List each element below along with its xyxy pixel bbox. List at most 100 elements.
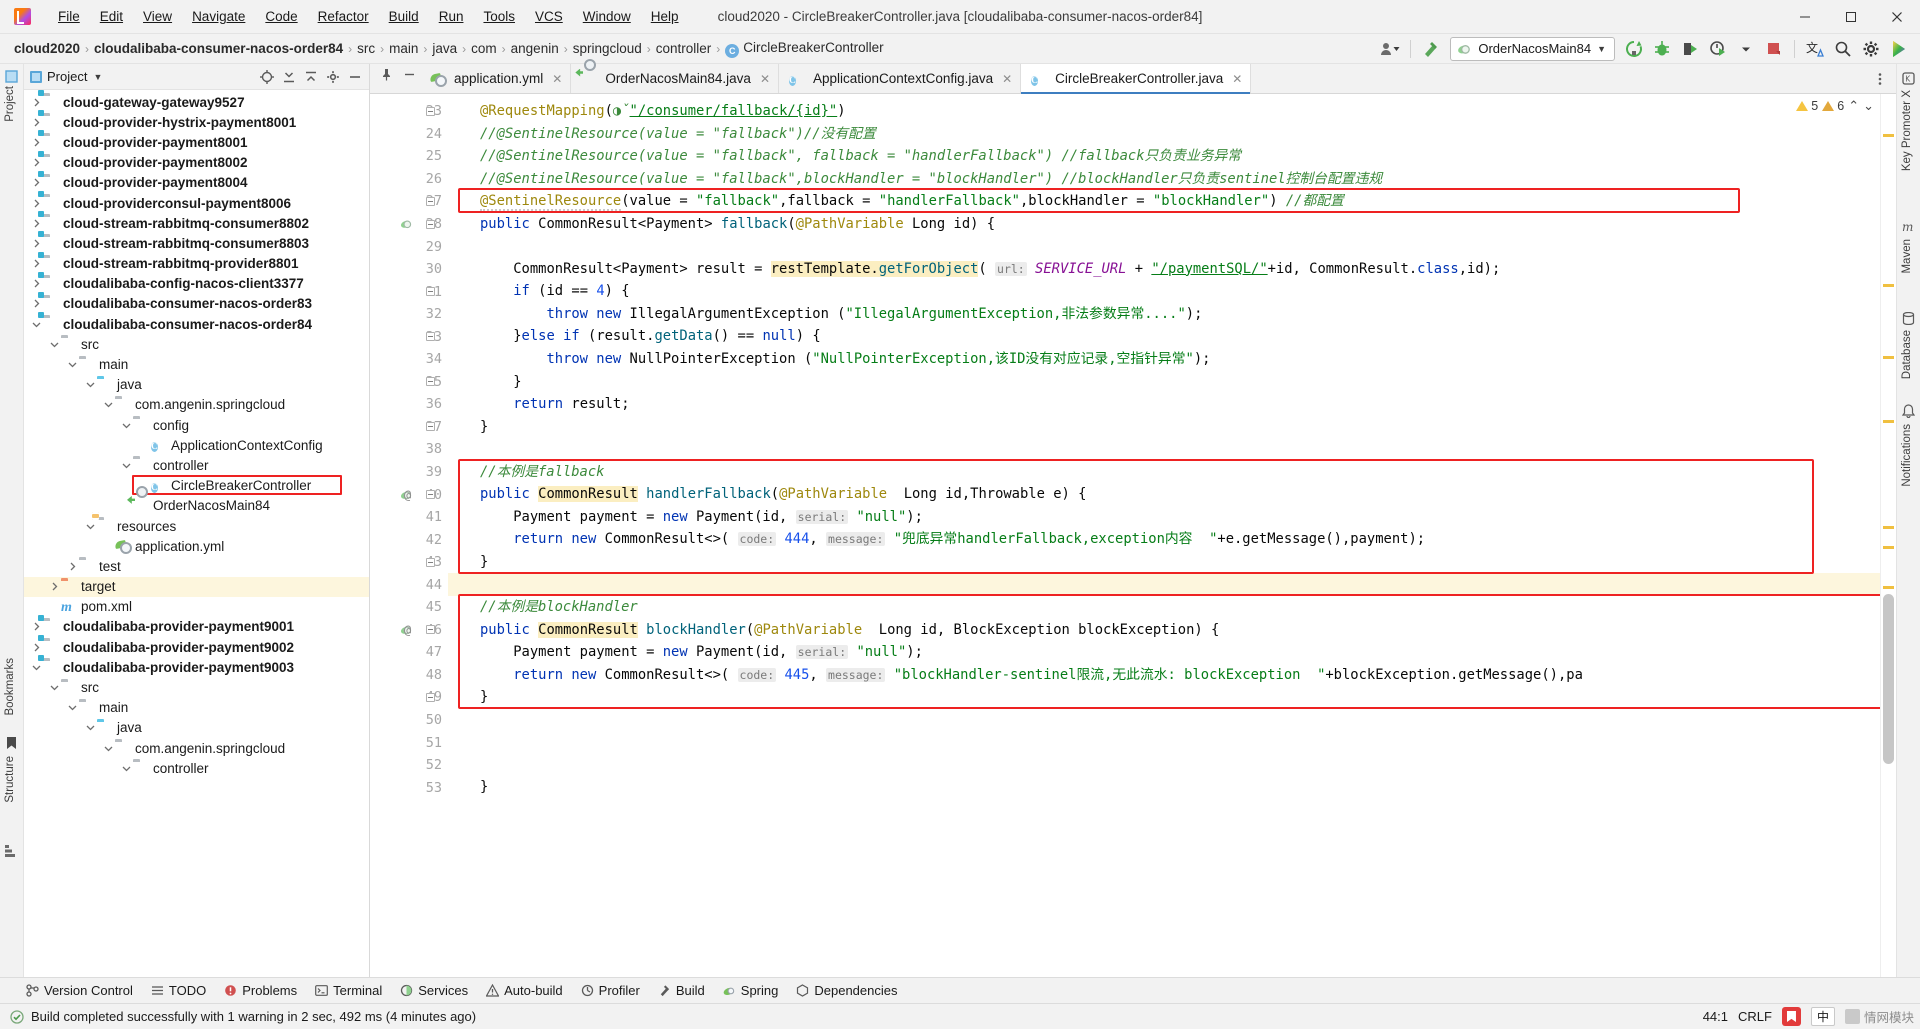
prev-problem-icon[interactable]: ⌃	[1848, 98, 1859, 114]
code-editor[interactable]: 23 24 25 26 2728 29 30 31 32 33 34 35 36 37 38 39 40@ 41 4…	[370, 94, 1896, 977]
gutter-line[interactable]: 28	[370, 213, 448, 236]
gutter-line[interactable]: 40@	[370, 483, 448, 506]
marker-warning[interactable]	[1883, 284, 1894, 287]
code-line[interactable]	[448, 438, 1880, 461]
gutter-line[interactable]: 30	[370, 258, 448, 281]
code-line[interactable]: return result;	[448, 393, 1880, 416]
spring-bean-gutter-icon[interactable]	[400, 217, 414, 231]
close-tab-icon[interactable]: ✕	[760, 72, 770, 86]
tool-window-dependencies[interactable]: Dependencies	[788, 981, 905, 1000]
gutter-line[interactable]: 33	[370, 325, 448, 348]
code-line[interactable]: }else if (result.getData() == null) {	[448, 325, 1880, 348]
code-line[interactable]: @SentinelResource(value = "fallback",fal…	[448, 190, 1880, 213]
tree-node-main[interactable]: main	[24, 354, 369, 374]
close-tab-icon[interactable]: ✕	[552, 72, 562, 86]
gutter-line[interactable]: 26	[370, 168, 448, 191]
chevron-right-icon[interactable]	[30, 136, 43, 149]
editor-marker-panel[interactable]	[1880, 94, 1896, 977]
close-tab-icon[interactable]: ✕	[1002, 72, 1012, 86]
code-line[interactable]: }	[448, 371, 1880, 394]
code-line[interactable]: public CommonResult handlerFallback(@Pat…	[448, 483, 1880, 506]
tree-node-cloudalibaba-consumer-nacos-order84[interactable]: cloudalibaba-consumer-nacos-order84	[24, 314, 369, 334]
code-fold-toggle[interactable]	[426, 490, 435, 500]
tool-window-auto-build[interactable]: Auto-build	[478, 981, 571, 1000]
menu-vcs[interactable]: VCS	[525, 6, 573, 27]
code-line[interactable]: CommonResult<Payment> result = restTempl…	[448, 258, 1880, 281]
maximize-button[interactable]	[1828, 0, 1874, 33]
gutter-line[interactable]: 48	[370, 664, 448, 687]
gutter-line[interactable]: 51	[370, 731, 448, 754]
code-line[interactable]: Payment payment = new Payment(id, serial…	[448, 506, 1880, 529]
marker-warning[interactable]	[1883, 134, 1894, 137]
gutter-line[interactable]: 23	[370, 100, 448, 123]
override-gutter-icon[interactable]: @	[404, 488, 418, 502]
chevron-right-icon[interactable]	[30, 277, 43, 290]
tree-node-cloud-provider-payment8001[interactable]: cloud-provider-payment8001	[24, 132, 369, 152]
code-line[interactable]: //@SentinelResource(value = "fallback", …	[448, 145, 1880, 168]
tool-window-todo[interactable]: TODO	[143, 981, 214, 1000]
rerun-icon[interactable]	[1621, 37, 1647, 61]
close-tab-icon[interactable]: ✕	[1232, 72, 1242, 86]
tree-node-cloud-stream-rabbitmq-consumer8802[interactable]: cloud-stream-rabbitmq-consumer8802	[24, 213, 369, 233]
ime-indicator[interactable]: 中	[1810, 1007, 1835, 1026]
tree-node-cloud-stream-rabbitmq-provider8801[interactable]: cloud-stream-rabbitmq-provider8801	[24, 254, 369, 274]
tool-window-services[interactable]: Services	[392, 981, 476, 1000]
code-line[interactable]: throw new IllegalArgumentException ("Ill…	[448, 303, 1880, 326]
code-line[interactable]: return new CommonResult<>( code: 445, me…	[448, 664, 1880, 687]
tree-node-controller[interactable]: controller	[24, 455, 369, 475]
menu-view[interactable]: View	[133, 6, 182, 27]
code-fold-toggle[interactable]	[426, 106, 435, 116]
menu-tools[interactable]: Tools	[473, 6, 525, 27]
tree-node-cloud-provider-hystrix-payment8001[interactable]: cloud-provider-hystrix-payment8001	[24, 112, 369, 132]
tree-node-cloudalibaba-config-nacos-client3377[interactable]: cloudalibaba-config-nacos-client3377	[24, 274, 369, 294]
gutter-line[interactable]: 43	[370, 551, 448, 574]
gutter-line[interactable]: 44	[370, 573, 448, 596]
marker-warning[interactable]	[1883, 526, 1894, 529]
tree-node-applicationcontextconfig[interactable]: C ApplicationContextConfig	[24, 435, 369, 455]
chevron-down-icon[interactable]: ▼	[93, 72, 102, 82]
chevron-right-icon[interactable]	[30, 620, 43, 633]
tree-node-cloudalibaba-provider-payment9003[interactable]: cloudalibaba-provider-payment9003	[24, 657, 369, 677]
editor-gutter[interactable]: 23 24 25 26 2728 29 30 31 32 33 34 35 36 37 38 39 40@ 41 4…	[370, 94, 448, 977]
chevron-right-icon[interactable]	[30, 237, 43, 250]
tree-node-cloudalibaba-provider-payment9002[interactable]: cloudalibaba-provider-payment9002	[24, 637, 369, 657]
debug-icon[interactable]	[1649, 37, 1675, 61]
editor-tab-application-yml[interactable]: application.yml ✕	[420, 64, 572, 93]
weak-warning-count[interactable]: 6	[1822, 99, 1844, 113]
chevron-right-icon[interactable]	[30, 257, 43, 270]
inspection-widget[interactable]: 5 6 ⌃ ⌄	[1796, 98, 1874, 114]
project-tree[interactable]: cloud-gateway-gateway9527 cloud-provider-…	[24, 90, 369, 977]
code-line[interactable]	[448, 573, 1880, 597]
menu-build[interactable]: Build	[379, 6, 429, 27]
hide-tabs-icon[interactable]	[398, 64, 420, 85]
gutter-line[interactable]: 47	[370, 641, 448, 664]
run-with-coverage-icon[interactable]	[1677, 37, 1703, 61]
editor-scrollbar-thumb[interactable]	[1883, 594, 1894, 764]
tree-node-java[interactable]: java	[24, 718, 369, 738]
chevron-down-icon[interactable]	[84, 520, 97, 533]
chevron-down-icon[interactable]	[102, 742, 115, 755]
tool-window-spring[interactable]: Spring	[715, 981, 787, 1000]
code-fold-toggle[interactable]	[426, 219, 435, 229]
pin-tab-icon[interactable]	[374, 64, 398, 85]
code-fold-toggle[interactable]	[426, 332, 435, 342]
tree-node-java[interactable]: java	[24, 375, 369, 395]
tree-node-cloud-providerconsul-payment8006[interactable]: cloud-providerconsul-payment8006	[24, 193, 369, 213]
code-line[interactable]: Payment payment = new Payment(id, serial…	[448, 641, 1880, 664]
chevron-right-icon[interactable]	[30, 641, 43, 654]
gutter-line[interactable]: 35	[370, 371, 448, 394]
chevron-down-icon[interactable]	[120, 459, 133, 472]
tree-node-config[interactable]: config	[24, 415, 369, 435]
menu-refactor[interactable]: Refactor	[308, 6, 379, 27]
gutter-line[interactable]: 50	[370, 709, 448, 732]
settings-gear-icon[interactable]	[1858, 37, 1884, 61]
rail-label-notifications[interactable]: Notifications	[1901, 424, 1913, 487]
minimize-button[interactable]	[1782, 0, 1828, 33]
code-line[interactable]: }	[448, 776, 1880, 799]
chevron-down-icon[interactable]	[102, 398, 115, 411]
chevron-down-icon[interactable]	[84, 721, 97, 734]
gutter-line[interactable]: 49	[370, 686, 448, 709]
menu-navigate[interactable]: Navigate	[182, 6, 255, 27]
tree-node-cloudalibaba-provider-payment9001[interactable]: cloudalibaba-provider-payment9001	[24, 617, 369, 637]
menu-code[interactable]: Code	[255, 6, 307, 27]
